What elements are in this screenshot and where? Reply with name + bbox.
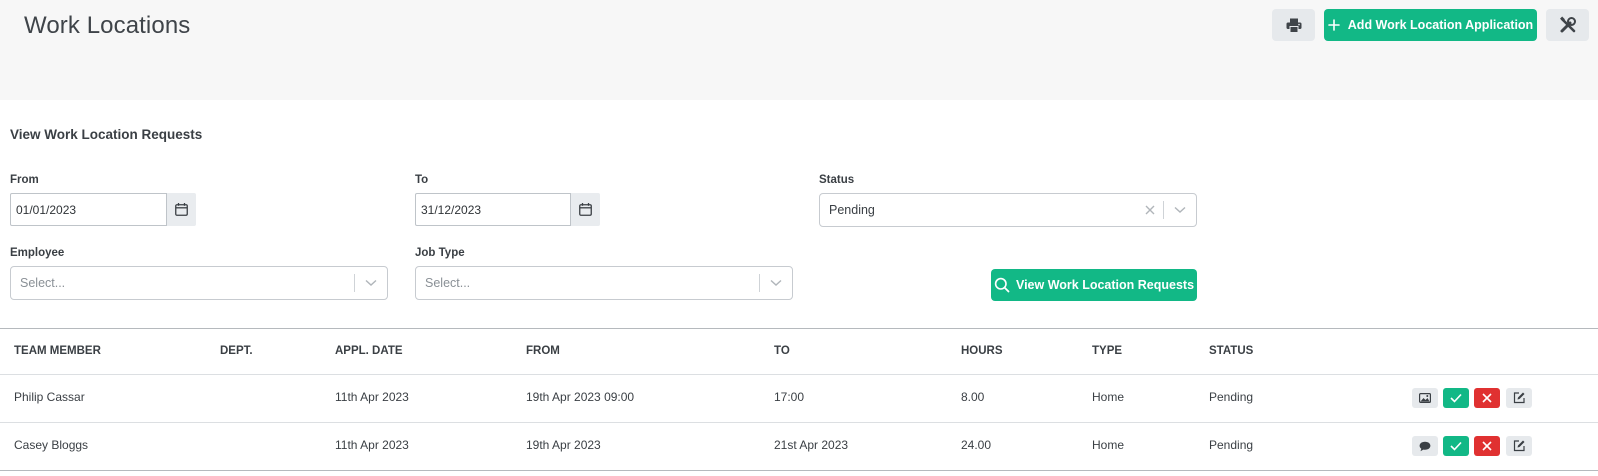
- page-header: Work Locations Add Work Location Applica…: [0, 0, 1598, 100]
- reject-button[interactable]: [1474, 436, 1500, 456]
- chevron-down-icon[interactable]: [355, 279, 387, 287]
- table-top-border: [0, 328, 1598, 329]
- column-header-to[interactable]: TO: [774, 345, 790, 357]
- column-header-status[interactable]: STATUS: [1209, 345, 1253, 357]
- page-title: Work Locations: [24, 12, 191, 39]
- check-icon: [1450, 441, 1462, 451]
- job-type-label: Job Type: [415, 247, 465, 259]
- hours-cell: 24.00: [961, 438, 992, 452]
- section-title: View Work Location Requests: [10, 127, 203, 142]
- print-button[interactable]: [1272, 9, 1315, 41]
- close-icon: [1482, 393, 1492, 403]
- to-date-input[interactable]: 31/12/2023: [415, 193, 571, 226]
- column-header-team-member[interactable]: TEAM MEMBER: [14, 345, 101, 357]
- job-type-select[interactable]: Select...: [415, 266, 793, 300]
- status-select-value: Pending: [829, 203, 875, 217]
- status-label: Status: [819, 174, 855, 186]
- table-bottom-border: [0, 470, 1598, 471]
- close-icon: [1482, 441, 1492, 451]
- to-calendar-button[interactable]: [571, 193, 600, 226]
- appl-date-cell: 11th Apr 2023: [335, 390, 409, 404]
- view-attachment-button[interactable]: [1412, 388, 1438, 408]
- hours-cell: 8.00: [961, 390, 985, 404]
- view-button-label: View Work Location Requests: [1015, 278, 1195, 292]
- status-cell: Pending: [1209, 438, 1254, 452]
- edit-button[interactable]: [1506, 388, 1532, 408]
- appl-date-cell: 11th Apr 2023: [335, 438, 409, 452]
- edit-button[interactable]: [1506, 436, 1532, 456]
- job-type-select-placeholder: Select...: [425, 276, 471, 290]
- column-header-dept[interactable]: DEPT.: [220, 345, 253, 357]
- calendar-icon: [175, 203, 188, 216]
- to-label: To: [415, 174, 429, 186]
- tools-button[interactable]: [1546, 9, 1589, 41]
- view-work-location-requests-button[interactable]: View Work Location Requests: [991, 269, 1197, 301]
- status-select[interactable]: Pending: [819, 193, 1197, 227]
- check-icon: [1450, 393, 1462, 403]
- calendar-icon: [579, 203, 592, 216]
- add-button-label: Add Work Location Application: [1347, 18, 1534, 32]
- team-member-cell: Casey Bloggs: [14, 438, 89, 452]
- clear-icon[interactable]: [1137, 205, 1163, 215]
- column-header-from[interactable]: FROM: [526, 345, 560, 357]
- column-header-type[interactable]: TYPE: [1092, 345, 1122, 357]
- from-label: From: [10, 174, 39, 186]
- from-cell: 19th Apr 2023 09:00: [526, 390, 635, 404]
- to-cell: 21st Apr 2023: [774, 438, 849, 452]
- approve-button[interactable]: [1443, 388, 1469, 408]
- from-calendar-button[interactable]: [167, 193, 196, 226]
- add-work-location-application-button[interactable]: Add Work Location Application: [1324, 9, 1537, 41]
- from-cell: 19th Apr 2023: [526, 438, 601, 452]
- to-cell: 17:00: [774, 390, 805, 404]
- column-header-hours[interactable]: HOURS: [961, 345, 1003, 357]
- type-cell: Home: [1092, 438, 1125, 452]
- plus-icon: [1327, 19, 1340, 31]
- comment-icon: [1419, 441, 1431, 451]
- edit-icon: [1513, 440, 1525, 452]
- view-comment-button[interactable]: [1412, 436, 1438, 456]
- from-date-input[interactable]: 01/01/2023: [10, 193, 167, 226]
- employee-select[interactable]: Select...: [10, 266, 388, 300]
- image-icon: [1419, 393, 1431, 403]
- status-cell: Pending: [1209, 390, 1254, 404]
- printer-icon: [1286, 18, 1301, 33]
- reject-button[interactable]: [1474, 388, 1500, 408]
- tools-icon: [1559, 16, 1576, 33]
- search-icon: [994, 277, 1010, 293]
- employee-select-placeholder: Select...: [20, 276, 66, 290]
- team-member-cell: Philip Cassar: [14, 390, 85, 404]
- employee-label: Employee: [10, 247, 65, 259]
- edit-icon: [1513, 392, 1525, 404]
- chevron-down-icon[interactable]: [760, 279, 792, 287]
- approve-button[interactable]: [1443, 436, 1469, 456]
- chevron-down-icon[interactable]: [1164, 206, 1196, 214]
- type-cell: Home: [1092, 390, 1125, 404]
- column-header-appl-date[interactable]: APPL. DATE: [335, 345, 403, 357]
